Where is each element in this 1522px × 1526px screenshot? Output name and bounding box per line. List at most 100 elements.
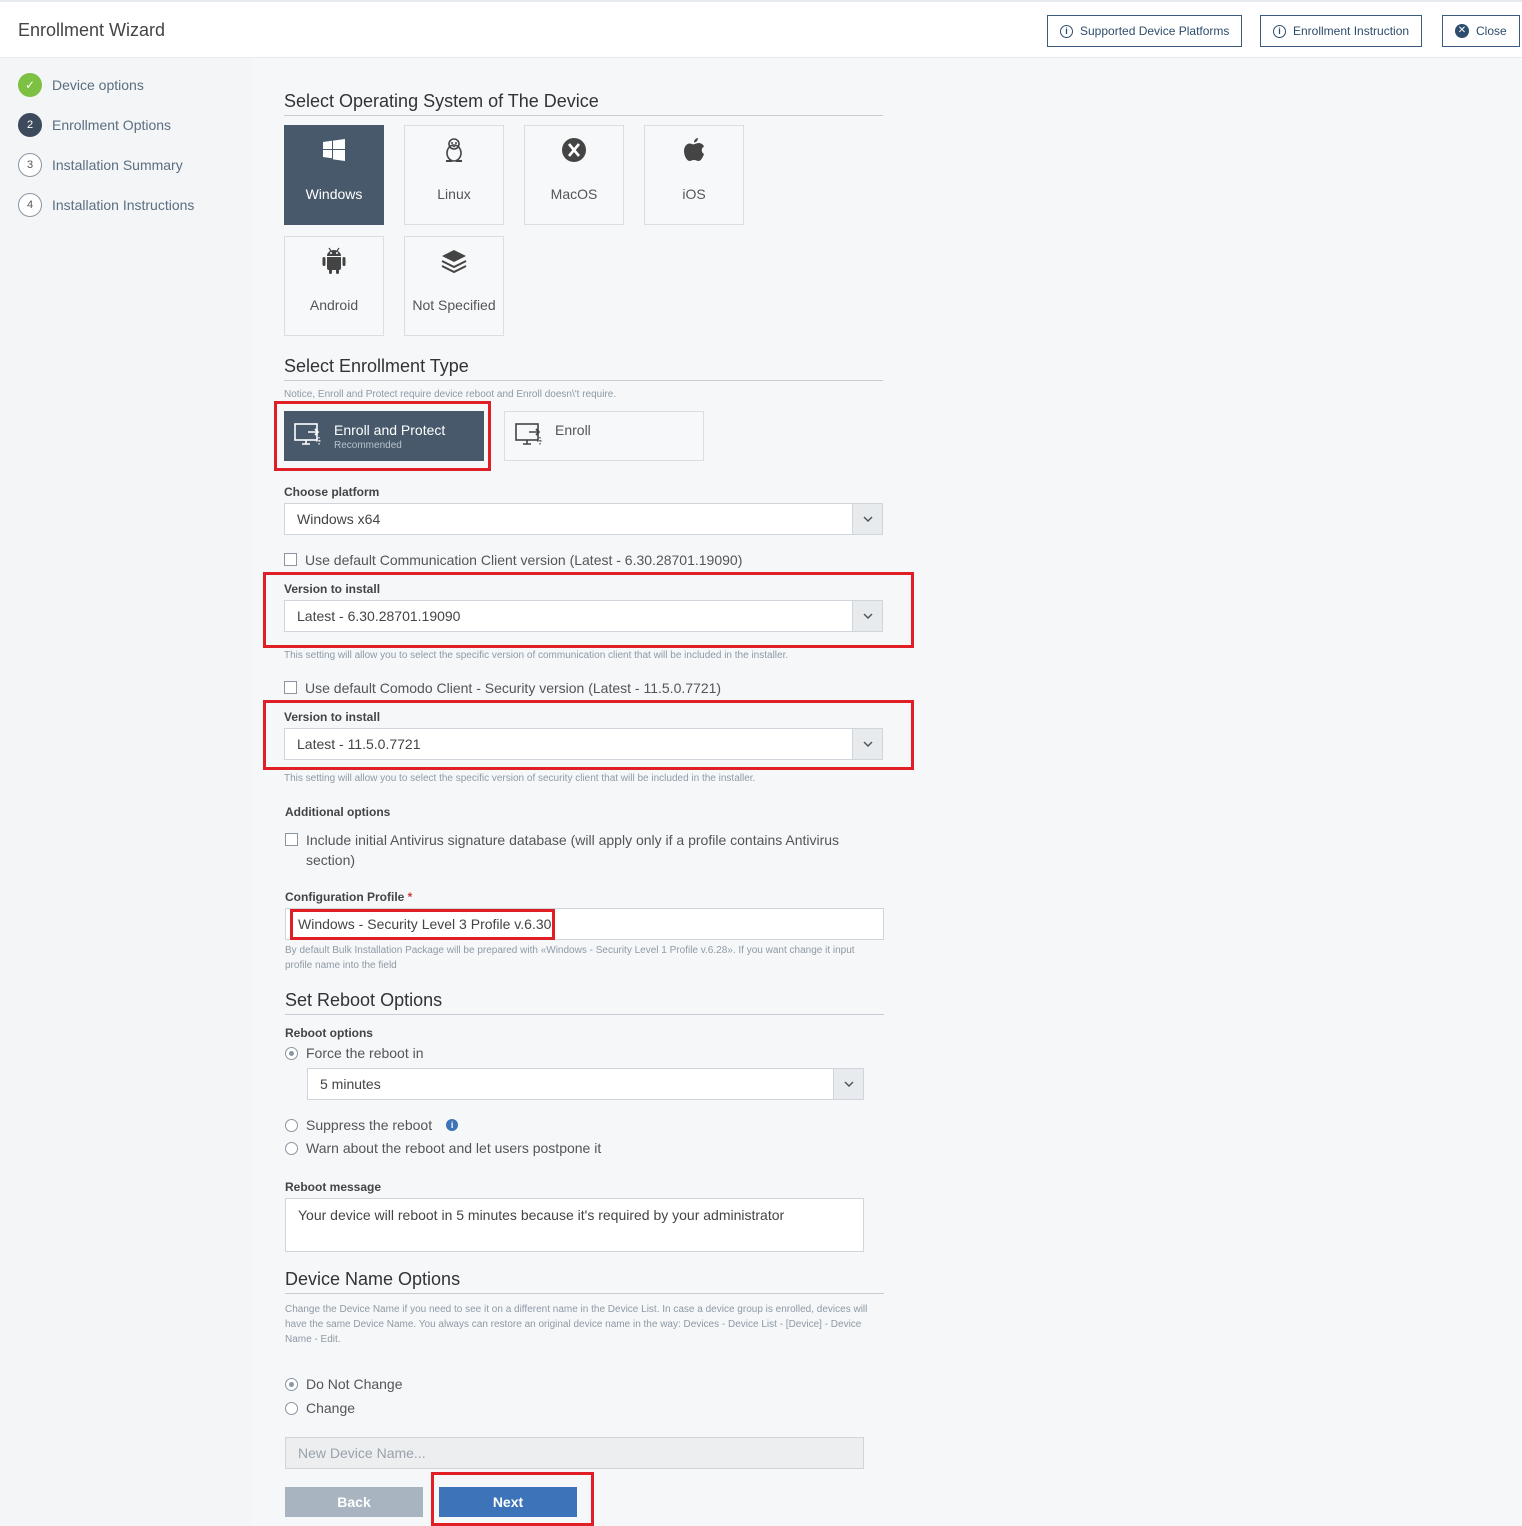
new-device-name-input[interactable]: New Device Name... [285, 1437, 864, 1469]
reboot-options-label: Reboot options [285, 1026, 373, 1040]
checkbox[interactable] [284, 553, 297, 566]
close-label: Close [1476, 24, 1507, 38]
back-button[interactable]: Back [285, 1487, 423, 1517]
enroll-button[interactable]: Enroll [504, 411, 704, 461]
required-mark: * [407, 890, 413, 904]
reboot-message-textarea[interactable]: Your device will reboot in 5 minutes bec… [285, 1198, 864, 1252]
checkbox-label: Use default Communication Client version… [305, 552, 743, 568]
config-profile-label-text: Configuration Profile [285, 890, 405, 904]
os-tile-macos[interactable]: MacOS [524, 125, 624, 225]
android-icon [322, 247, 346, 275]
warn-reboot-radio[interactable]: Warn about the reboot and let users post… [285, 1140, 601, 1156]
radio-button[interactable] [285, 1046, 298, 1060]
enrollment-notice: Notice, Enroll and Protect require devic… [284, 389, 617, 400]
enroll-protect-label: Enroll and Protect [334, 421, 446, 438]
layers-icon [441, 247, 467, 275]
comm-version-label: Version to install [284, 582, 381, 596]
radio-label: Warn about the reboot and let users post… [306, 1140, 602, 1156]
step-number: 4 [18, 193, 42, 217]
radio-button[interactable] [285, 1141, 298, 1155]
macos-icon [561, 136, 587, 164]
apple-icon [683, 136, 705, 164]
supported-platforms-button[interactable]: i Supported Device Platforms [1047, 15, 1243, 47]
os-tile-windows[interactable]: Windows [284, 125, 384, 225]
os-tile-label: MacOS [550, 186, 598, 202]
step-label: Device options [52, 77, 144, 93]
os-tile-not-specified[interactable]: Not Specified [404, 236, 504, 336]
default-comm-client-checkbox[interactable]: Use default Communication Client version… [284, 550, 742, 570]
enrollment-section-title: Select Enrollment Type [284, 356, 883, 381]
step-number: 3 [18, 153, 42, 177]
checkbox-label: Include initial Antivirus signature data… [306, 832, 840, 868]
radio-button[interactable] [285, 1377, 298, 1391]
check-icon: ✓ [18, 73, 42, 97]
security-version-label: Version to install [284, 710, 381, 724]
platform-select[interactable]: Windows x64 [284, 503, 883, 535]
comm-version-select[interactable]: Latest - 6.30.28701.19090 [284, 600, 883, 632]
do-not-change-radio[interactable]: Do Not Change [285, 1376, 403, 1392]
enrollment-instruction-button[interactable]: i Enrollment Instruction [1260, 15, 1423, 47]
enroll-and-protect-button[interactable]: Enroll and Protect Recommended [284, 411, 484, 461]
os-tile-android[interactable]: Android [284, 236, 384, 336]
windows-icon [322, 136, 346, 164]
close-button[interactable]: ✕ Close [1442, 15, 1520, 47]
chevron-down-icon [852, 601, 882, 631]
security-version-value: Latest - 11.5.0.7721 [297, 736, 421, 752]
monitor-icon [515, 422, 545, 451]
os-tile-ios[interactable]: iOS [644, 125, 744, 225]
security-version-help: This setting will allow you to select th… [284, 773, 756, 784]
wizard-steps-sidebar: ✓ Device options 2 Enrollment Options 3 … [2, 58, 252, 1526]
os-tile-label: iOS [682, 186, 706, 202]
os-tile-label: Android [309, 297, 359, 313]
comm-version-help: This setting will allow you to select th… [284, 650, 789, 661]
step-device-options[interactable]: ✓ Device options [18, 73, 144, 97]
radio-button[interactable] [285, 1401, 298, 1415]
step-installation-instructions[interactable]: 4 Installation Instructions [18, 193, 194, 217]
info-icon: i [1273, 24, 1286, 38]
config-profile-help: By default Bulk Installation Package wil… [285, 945, 855, 971]
step-enrollment-options[interactable]: 2 Enrollment Options [18, 113, 171, 137]
device-name-section-title: Device Name Options [285, 1269, 884, 1294]
suppress-reboot-radio[interactable]: Suppress the reboot i [285, 1117, 459, 1133]
step-label: Enrollment Options [52, 117, 172, 133]
monitor-icon [294, 422, 324, 451]
security-version-select[interactable]: Latest - 11.5.0.7721 [284, 728, 883, 760]
radio-button[interactable] [285, 1118, 298, 1132]
step-number: 2 [18, 113, 42, 137]
os-tile-label: Windows [305, 186, 363, 202]
os-tile-label: Not Specified [412, 297, 496, 313]
platform-value: Windows x64 [297, 511, 381, 527]
default-security-client-checkbox[interactable]: Use default Comodo Client - Security ver… [284, 678, 721, 698]
platform-label: Choose platform [284, 485, 380, 499]
close-icon: ✕ [1455, 24, 1469, 38]
chevron-down-icon [852, 504, 882, 534]
config-profile-value: Windows - Security Level 3 Profile v.6.3… [298, 916, 552, 932]
checkbox[interactable] [284, 681, 297, 694]
radio-label: Change [306, 1400, 356, 1416]
radio-label: Force the reboot in [306, 1045, 424, 1061]
os-section-title: Select Operating System of The Device [284, 91, 883, 116]
reboot-message-value: Your device will reboot in 5 minutes bec… [298, 1207, 785, 1223]
reboot-delay-select[interactable]: 5 minutes [307, 1068, 864, 1100]
checkbox-label: Use default Comodo Client - Security ver… [305, 680, 722, 696]
enrollment-instruction-label: Enrollment Instruction [1293, 24, 1410, 38]
info-icon[interactable]: i [446, 1119, 459, 1131]
step-label: Installation Summary [52, 157, 183, 173]
change-radio[interactable]: Change [285, 1400, 355, 1416]
step-installation-summary[interactable]: 3 Installation Summary [18, 153, 183, 177]
config-profile-input[interactable]: Windows - Security Level 3 Profile v.6.3… [285, 908, 884, 940]
config-profile-label: Configuration Profile * [285, 890, 412, 904]
antivirus-db-checkbox[interactable]: Include initial Antivirus signature data… [285, 830, 865, 870]
reboot-section-title: Set Reboot Options [285, 990, 884, 1015]
recommended-label: Recommended [334, 439, 402, 451]
comm-version-value: Latest - 6.30.28701.19090 [297, 608, 461, 624]
checkbox[interactable] [285, 833, 298, 846]
next-button[interactable]: Next [439, 1487, 577, 1517]
os-tile-linux[interactable]: Linux [404, 125, 504, 225]
page-title: Enrollment Wizard [18, 20, 166, 40]
os-tile-label: Linux [437, 186, 471, 202]
radio-label: Suppress the reboot [306, 1117, 433, 1133]
force-reboot-radio[interactable]: Force the reboot in [285, 1045, 424, 1061]
main-content: Select Operating System of The Device Wi… [252, 58, 1522, 1526]
enroll-label: Enroll [555, 422, 591, 438]
